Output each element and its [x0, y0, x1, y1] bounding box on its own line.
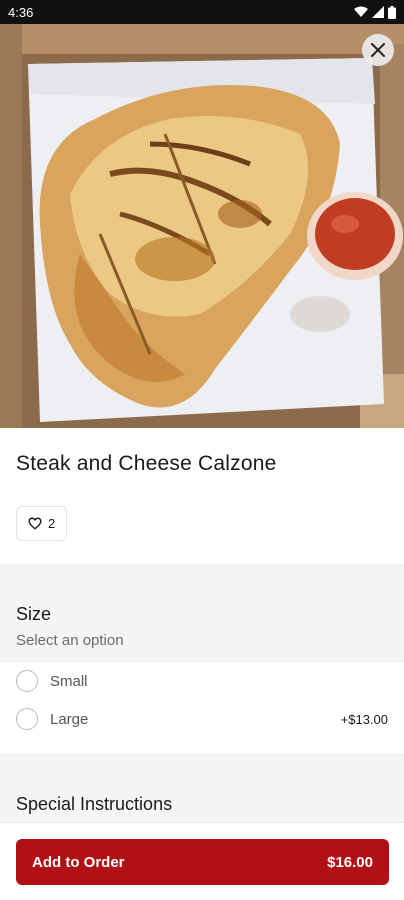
size-subheading: Select an option	[16, 632, 124, 649]
order-footer: Add to Order $16.00	[0, 822, 404, 900]
like-button[interactable]: 2	[16, 506, 68, 541]
item-photo	[0, 24, 404, 428]
option-label: Small	[50, 672, 88, 690]
add-to-order-button[interactable]: Add to Order $16.00	[16, 839, 389, 885]
status-bar: 4:36	[0, 0, 404, 24]
size-option-small[interactable]: Small	[0, 662, 404, 700]
like-count: 2	[48, 516, 56, 531]
special-instructions-heading: Special Instructions	[16, 794, 173, 814]
option-price: +$13.00	[340, 711, 388, 727]
heart-icon	[28, 517, 42, 530]
option-label: Large	[50, 710, 89, 728]
radio-button[interactable]	[16, 708, 38, 730]
close-icon	[371, 43, 385, 57]
add-to-order-label: Add to Order	[32, 853, 125, 871]
status-time: 4:36	[8, 4, 34, 20]
size-heading: Size	[16, 604, 52, 624]
close-button[interactable]	[362, 34, 394, 66]
size-options: Small Large +$13.00	[0, 662, 404, 738]
signal-icon	[372, 6, 384, 18]
radio-button[interactable]	[16, 670, 38, 692]
item-title: Steak and Cheese Calzone	[16, 452, 277, 475]
wifi-icon	[354, 6, 368, 17]
battery-icon	[388, 5, 396, 19]
status-icons	[354, 5, 396, 19]
size-option-large[interactable]: Large +$13.00	[0, 700, 404, 738]
order-total-price: $16.00	[327, 853, 373, 871]
